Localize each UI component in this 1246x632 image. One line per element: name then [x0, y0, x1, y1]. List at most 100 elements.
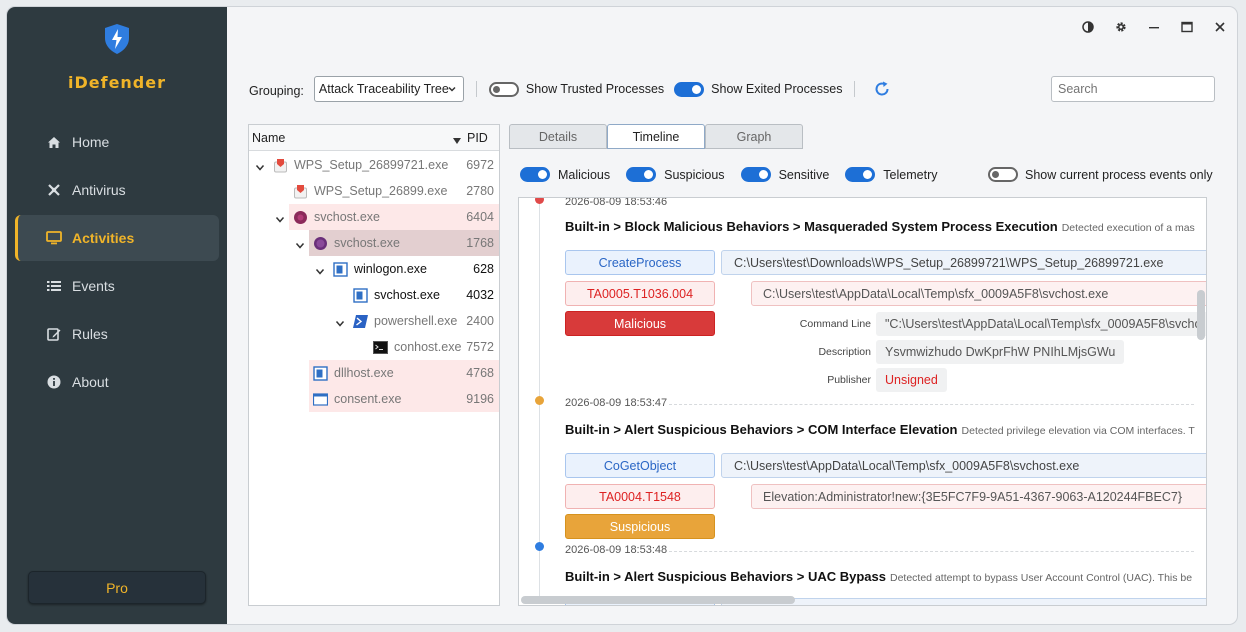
- event-title: Built-in > Alert Suspicious Behaviors > …: [565, 569, 1192, 584]
- grouping-label: Grouping:: [249, 84, 304, 98]
- tree-row[interactable]: WPS_Setup_26899.exe 2780: [249, 178, 499, 204]
- tab-timeline[interactable]: Timeline: [607, 124, 705, 149]
- event-title: Built-in > Block Malicious Behaviors > M…: [565, 219, 1195, 234]
- tree-row-selected[interactable]: svchost.exe 1768: [295, 230, 499, 256]
- chevron-down-icon[interactable]: [275, 213, 285, 223]
- info-icon: [46, 374, 62, 390]
- event-title-text: Built-in > Block Malicious Behaviors > M…: [565, 219, 1058, 234]
- api-badge[interactable]: CoGetObject: [565, 453, 715, 478]
- tree-row[interactable]: consent.exe 9196: [309, 386, 499, 412]
- tree-row[interactable]: powershell.exe 2400: [335, 308, 499, 334]
- pro-button[interactable]: Pro: [28, 571, 206, 604]
- tab-details[interactable]: Details: [509, 124, 607, 149]
- sidebar-item-antivirus[interactable]: Antivirus: [15, 167, 219, 213]
- event-divider: [669, 404, 1194, 405]
- process-name: svchost.exe: [314, 210, 381, 224]
- chevron-down-icon[interactable]: [335, 317, 345, 327]
- api-badge[interactable]: CreateProcess: [565, 250, 715, 275]
- event-title-text: Built-in > Alert Suspicious Behaviors > …: [565, 422, 958, 437]
- column-header-name[interactable]: Name: [252, 131, 285, 145]
- sidebar-item-events[interactable]: Events: [15, 263, 219, 309]
- theme-contrast-icon[interactable]: [1080, 19, 1096, 35]
- toolbar-divider: [475, 81, 477, 97]
- malicious-toggle[interactable]: [520, 167, 550, 182]
- technique-badge[interactable]: TA0004.T1548: [565, 484, 715, 509]
- process-pid: 2780: [466, 184, 494, 198]
- event-description: Detected attempt to bypass User Account …: [890, 572, 1193, 584]
- description-value: Ysvmwizhudo DwKprFhW PNIhLMjsGWu: [876, 340, 1125, 364]
- console-icon: [373, 340, 388, 355]
- severity-badge-malicious[interactable]: Malicious: [565, 311, 715, 336]
- vertical-scrollbar[interactable]: [1197, 290, 1205, 340]
- tree-row[interactable]: winlogon.exe 628: [315, 256, 499, 282]
- tree-header: Name PID: [249, 125, 499, 151]
- close-icon[interactable]: [1212, 19, 1228, 35]
- sidebar-item-home[interactable]: Home: [15, 119, 219, 165]
- process-tree: Name PID WPS_Setup_26899721.exe 6972 WPS…: [248, 124, 500, 606]
- column-header-pid[interactable]: PID: [467, 131, 488, 145]
- show-exited-label: Show Exited Processes: [711, 82, 843, 96]
- show-trusted-toggle[interactable]: [488, 81, 519, 97]
- event-description: Detected privilege elevation via COM int…: [961, 425, 1195, 437]
- process-name: WPS_Setup_26899.exe: [314, 184, 448, 198]
- edit-icon: [46, 326, 62, 342]
- refresh-icon[interactable]: [873, 80, 891, 98]
- gear-icon[interactable]: [1113, 19, 1129, 35]
- horizontal-scrollbar[interactable]: [521, 596, 795, 604]
- app-name: iDefender: [67, 73, 166, 92]
- process-name: consent.exe: [334, 392, 402, 406]
- chevron-down-icon[interactable]: [315, 265, 325, 275]
- shield-logo-icon: [103, 23, 131, 55]
- timeline-dot-malicious: [535, 198, 544, 204]
- window-frame-icon: [312, 392, 329, 407]
- minimize-icon[interactable]: [1146, 19, 1162, 35]
- app-window: iDefender Home Antivirus Activities Even…: [7, 7, 1237, 624]
- current-only-toggle[interactable]: [988, 167, 1018, 182]
- tree-row[interactable]: svchost.exe 4032: [349, 282, 499, 308]
- severity-badge-suspicious[interactable]: Suspicious: [565, 514, 715, 539]
- sidebar-item-about[interactable]: About: [15, 359, 219, 405]
- svchost-icon: [313, 236, 328, 251]
- process-pid: 9196: [466, 392, 494, 406]
- command-line-value: "C:\Users\test\AppData\Local\Temp\sfx_00…: [876, 312, 1206, 336]
- maximize-icon[interactable]: [1179, 19, 1195, 35]
- tab-graph[interactable]: Graph: [705, 124, 803, 149]
- tree-row[interactable]: WPS_Setup_26899721.exe 6972: [249, 152, 499, 178]
- sensitive-toggle[interactable]: [740, 167, 771, 182]
- target-path: C:\Users\test\AppData\Local\Temp\sfx_000…: [751, 281, 1206, 306]
- chevron-down-icon[interactable]: [255, 161, 265, 171]
- technique-badge[interactable]: TA0005.T1036.004: [565, 281, 715, 306]
- process-name: conhost.exe: [394, 340, 462, 354]
- event-description: Detected execution of a mas: [1061, 222, 1195, 234]
- chevron-down-icon[interactable]: [295, 239, 305, 249]
- powershell-icon: [353, 314, 368, 329]
- telemetry-label: Telemetry: [883, 167, 938, 182]
- telemetry-toggle[interactable]: [845, 167, 876, 182]
- svchost-icon: [293, 210, 308, 225]
- suspicious-label: Suspicious: [664, 167, 725, 182]
- description-label: Description: [818, 346, 871, 358]
- sidebar-item-label: Home: [72, 134, 110, 150]
- process-pid: 6972: [466, 158, 494, 172]
- severity-filters: Malicious Suspicious Sensitive Telemetry: [520, 167, 953, 182]
- process-pid: 628: [473, 262, 494, 276]
- process-name: WPS_Setup_26899721.exe: [294, 158, 449, 172]
- sidebar-item-rules[interactable]: Rules: [15, 311, 219, 357]
- tree-row[interactable]: conhost.exe 7572: [369, 334, 499, 360]
- sidebar-item-label: Antivirus: [72, 182, 126, 198]
- monitor-icon: [46, 230, 62, 246]
- tree-row[interactable]: svchost.exe 6404: [275, 204, 499, 230]
- api-path: C:\Users\test\AppData\Local\Temp\sfx_000…: [721, 453, 1206, 478]
- tree-row[interactable]: dllhost.exe 4768: [309, 360, 499, 386]
- installer-icon: [293, 184, 308, 199]
- window-app-icon: [353, 288, 368, 303]
- grouping-select[interactable]: Attack Traceability Tree: [313, 76, 464, 102]
- process-name: svchost.exe: [334, 236, 401, 250]
- process-name: dllhost.exe: [334, 366, 394, 380]
- suspicious-toggle[interactable]: [626, 167, 657, 182]
- timeline-dot-info: [535, 542, 544, 551]
- show-exited-toggle[interactable]: [674, 81, 705, 97]
- sidebar-item-label: About: [72, 374, 109, 390]
- search-input[interactable]: [1051, 76, 1215, 102]
- sidebar-item-activities[interactable]: Activities: [15, 215, 219, 261]
